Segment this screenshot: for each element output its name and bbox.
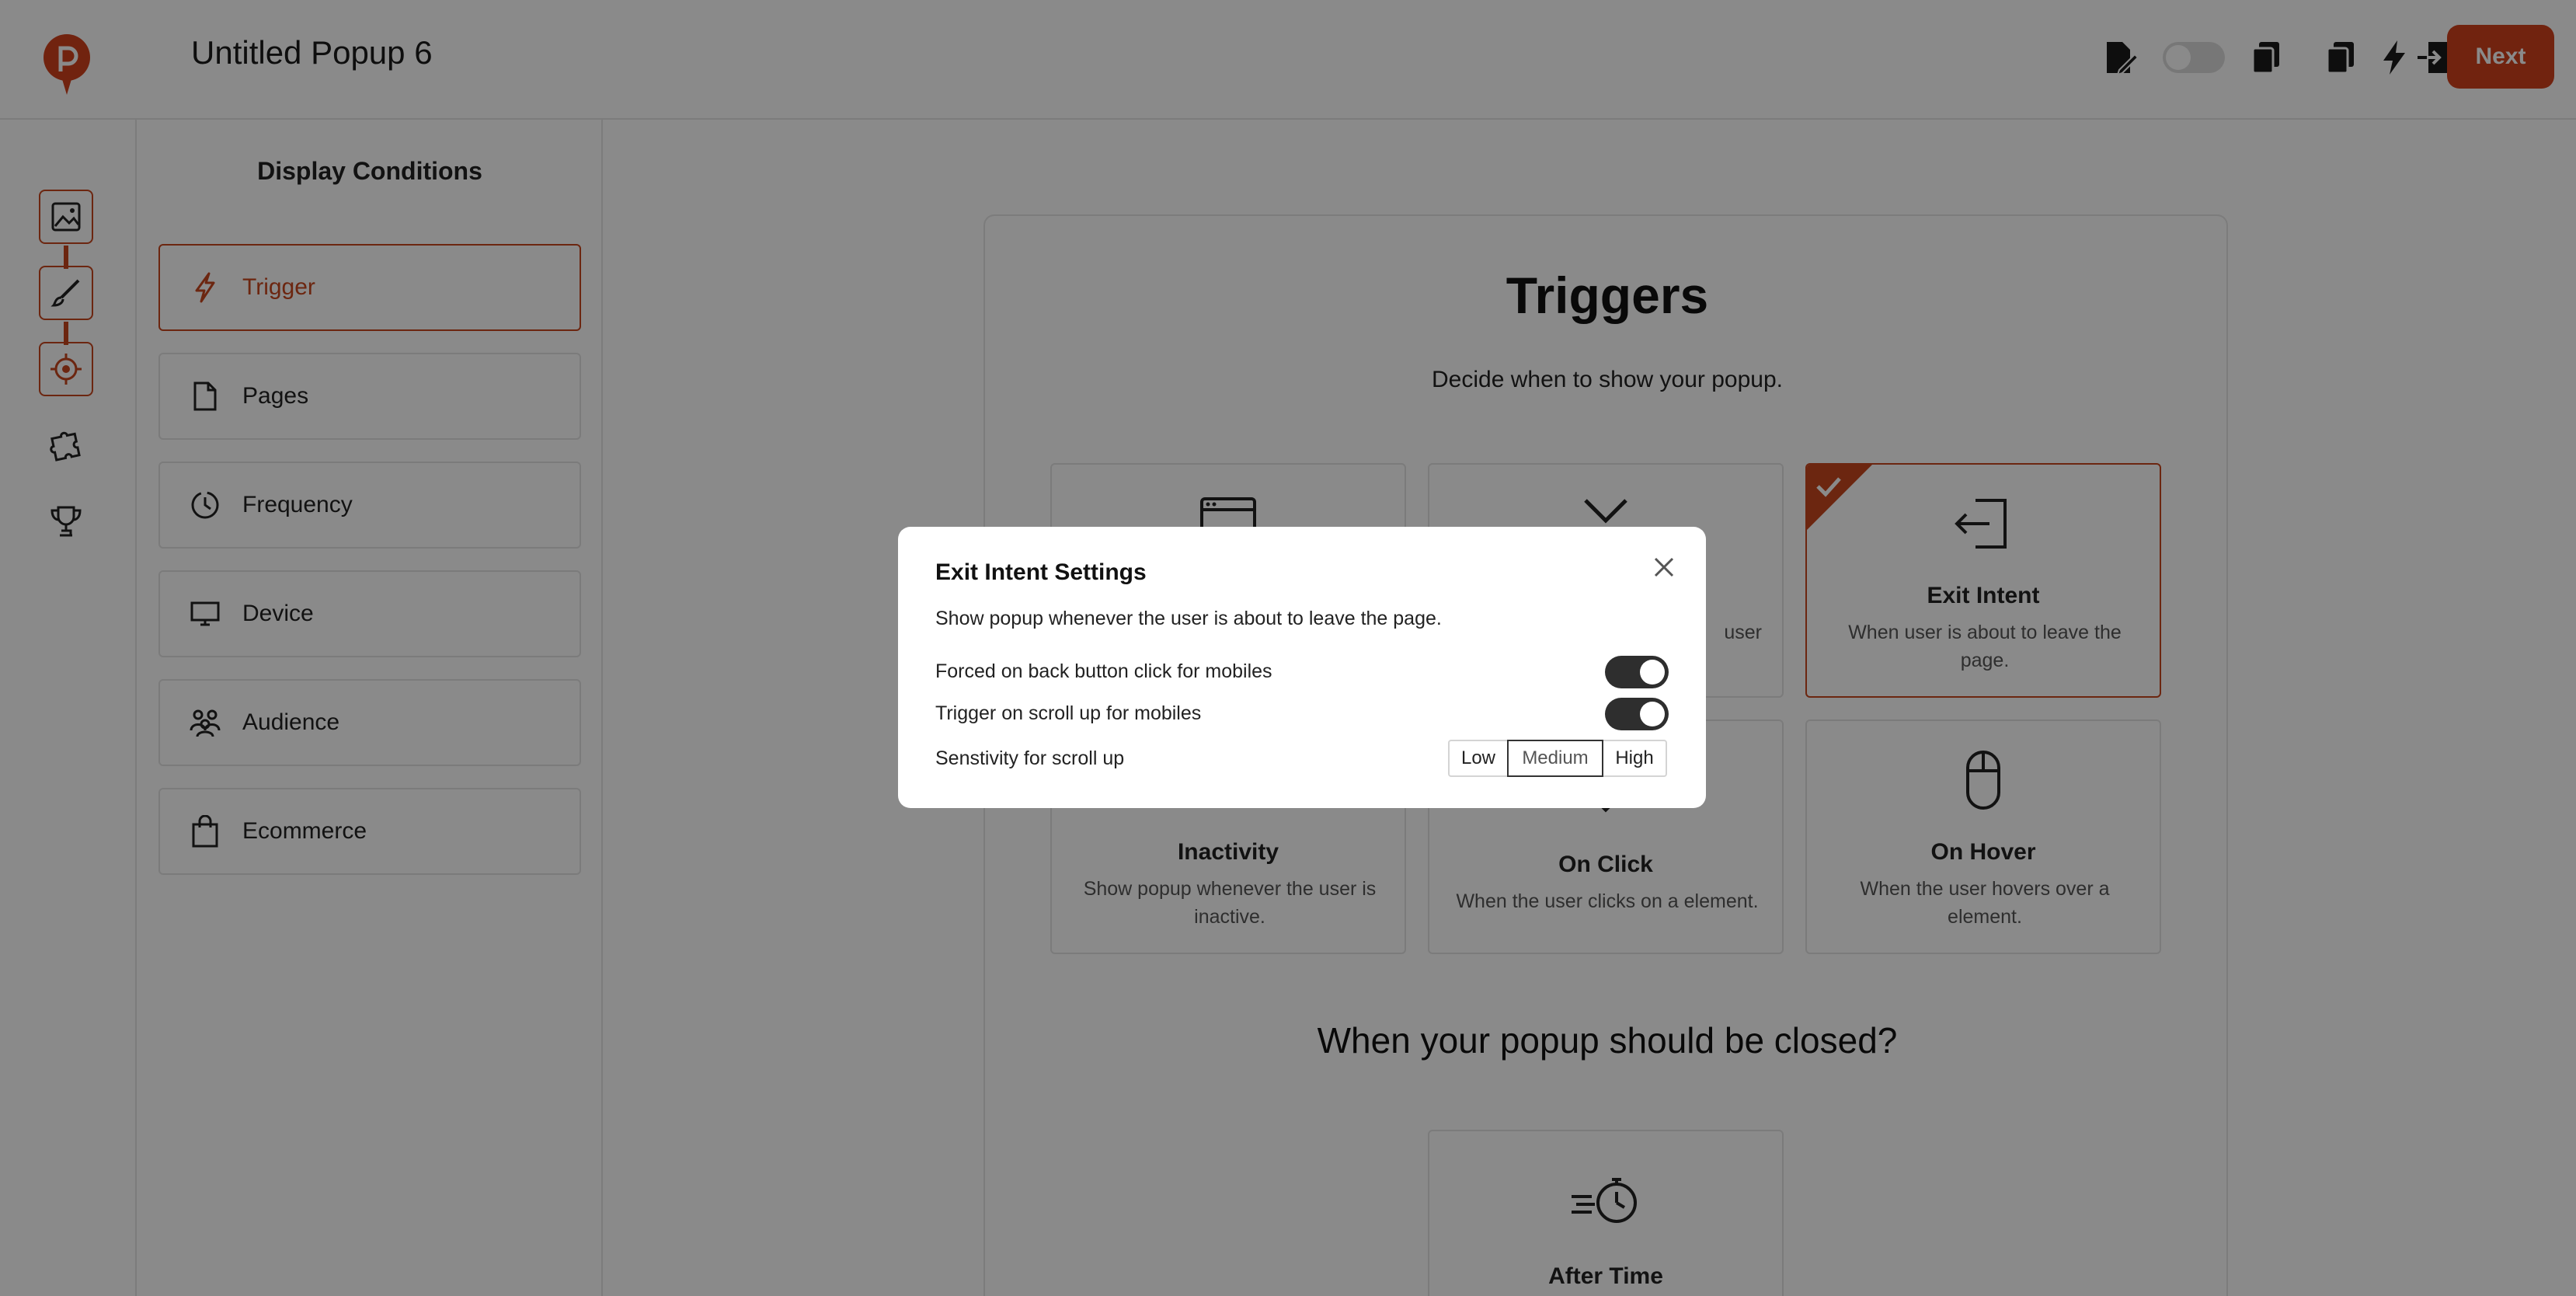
close-icon[interactable] [1652,555,1676,580]
toggle-knob [1640,702,1665,726]
sensitivity-segmented-control: Low Medium High [1448,740,1667,777]
sensitivity-medium-button[interactable]: Medium [1507,740,1603,777]
modal-title: Exit Intent Settings [935,559,1147,585]
sensitivity-label: Senstivity for scroll up [935,747,1125,769]
exit-intent-settings-modal: Exit Intent Settings Show popup whenever… [898,527,1706,808]
toggle-knob [1640,660,1665,685]
modal-description: Show popup whenever the user is about to… [935,608,1442,629]
back-button-option-label: Forced on back button click for mobiles [935,660,1272,682]
sensitivity-low-button[interactable]: Low [1450,741,1507,775]
back-button-toggle[interactable] [1605,656,1669,688]
scroll-up-option-label: Trigger on scroll up for mobiles [935,702,1202,724]
scroll-up-toggle[interactable] [1605,698,1669,730]
sensitivity-high-button[interactable]: High [1603,741,1666,775]
